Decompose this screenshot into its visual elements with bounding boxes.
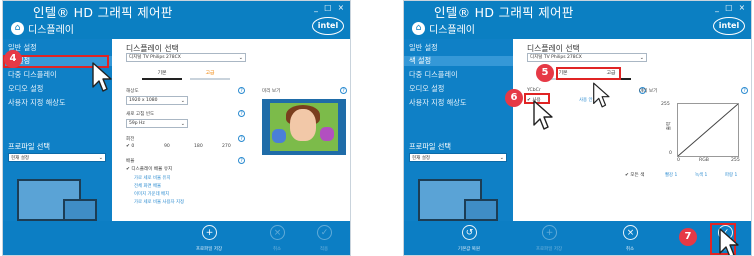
graph-y-min: 0 (669, 151, 672, 156)
sidebar-item-general[interactable]: 일반 설정 (409, 43, 438, 53)
header: 인텔® HD 그래픽 제어판 ⌂ 디스플레이 _ □ × intel (3, 1, 350, 39)
laptop-illustration (63, 199, 97, 221)
graph-y-label: 출력 (667, 121, 673, 131)
profile-select[interactable]: 현재 설정 ⌄ (8, 153, 106, 162)
chevron-down-icon: ⌄ (238, 55, 243, 61)
chevron-down-icon: ⌄ (180, 98, 185, 104)
rotation-option-90[interactable]: 90 (164, 144, 170, 149)
home-icon[interactable]: ⌂ (412, 22, 425, 35)
graph-x-max: 255 (731, 158, 740, 163)
save-profile-button[interactable]: + (202, 225, 217, 240)
refresh-label: 새로 고침 빈도 (126, 112, 155, 117)
channel-red[interactable]: 빨강 1 (665, 172, 677, 178)
cancel-label: 취소 (625, 247, 635, 252)
footer-bar: + 프로파일 저장 × 취소 ✓ 적용 (3, 221, 350, 255)
sidebar-item-multi-display[interactable]: 다중 디스플레이 (409, 70, 458, 80)
resolution-dropdown[interactable]: 1920 x 1080 ⌄ (126, 96, 188, 105)
chevron-down-icon: ⌄ (499, 155, 504, 161)
step-badge-6: 6 (505, 89, 523, 107)
laptop-illustration (464, 199, 498, 221)
channel-green[interactable]: 녹색 1 (695, 172, 707, 178)
graph-y-max: 255 (661, 102, 670, 107)
chevron-down-icon: ⌄ (98, 155, 103, 161)
profile-select[interactable]: 현재 설정 ⌄ (409, 153, 507, 162)
section-title: 디스플레이 (429, 25, 475, 36)
window-controls[interactable]: _ □ × (314, 3, 346, 12)
sidebar-item-color[interactable]: 색 설정 (404, 56, 513, 66)
sidebar-item-custom-resolution[interactable]: 사용자 지정 해상도 (8, 98, 65, 108)
scale-option-maintain[interactable]: ✔ 디스플레이 배율 유지 (126, 166, 172, 172)
app-title: 인텔® HD 그래픽 제어판 (33, 5, 173, 20)
save-profile-label: 프로파일 저장 (535, 247, 563, 252)
window-controls[interactable]: _ □ × (715, 3, 747, 12)
tab-basic[interactable]: 기본 (142, 70, 182, 80)
left-screenshot: 인텔® HD 그래픽 제어판 ⌂ 디스플레이 _ □ × intel 일반 설정… (2, 0, 351, 256)
profile-title: 프로파일 선택 (409, 142, 451, 151)
highlight-advanced-tab (556, 67, 621, 80)
curve-line (677, 103, 739, 157)
preview-label: 미리 보기 (262, 89, 281, 94)
cursor-pointer-icon (593, 82, 610, 108)
info-icon[interactable]: ? (741, 87, 748, 94)
section-title: 디스플레이 (28, 25, 74, 36)
info-icon[interactable]: ? (238, 157, 245, 164)
sidebar-item-custom-resolution[interactable]: 사용자 지정 해상도 (409, 98, 466, 108)
sidebar-item-audio[interactable]: 오디오 설정 (8, 84, 43, 94)
save-profile-label: 프로파일 저장 (195, 247, 223, 252)
profile-title: 프로파일 선택 (8, 142, 50, 151)
sidebar: 일반 설정 색 설정 다중 디스플레이 오디오 설정 사용자 지정 해상도 프로… (404, 39, 513, 227)
footer-bar: ↺ 기본값 복원 + 프로파일 저장 × 취소 ✓ 적용 (404, 221, 751, 255)
header: 인텔® HD 그래픽 제어판 ⌂ 디스플레이 _ □ × intel (404, 1, 751, 39)
home-icon[interactable]: ⌂ (11, 22, 24, 35)
display-dropdown[interactable]: 디지털 TV Philips 278CX ⌄ (126, 53, 246, 62)
rotation-option-270[interactable]: 270 (222, 144, 231, 149)
app-title: 인텔® HD 그래픽 제어판 (434, 5, 574, 20)
right-screenshot: 인텔® HD 그래픽 제어판 ⌂ 디스플레이 _ □ × intel 일반 설정… (403, 0, 752, 256)
cursor-pointer-icon (719, 228, 739, 255)
preview-label: 미리 보기 (639, 89, 658, 94)
scale-link-center[interactable]: 이미지 가운데 배치 (134, 191, 169, 197)
scale-link-aspect[interactable]: 가로 세로 비율 유지 (134, 175, 171, 181)
rotation-label: 회전 (126, 137, 135, 142)
info-icon[interactable]: ? (238, 110, 245, 117)
rotation-option-0[interactable]: ✔ 0 (126, 144, 134, 149)
cancel-button[interactable]: × (623, 225, 638, 240)
intel-logo: intel (713, 17, 745, 35)
graph-x-label: RGB (699, 158, 709, 163)
info-icon[interactable]: ? (340, 87, 347, 94)
info-icon[interactable]: ? (238, 87, 245, 94)
chevron-down-icon: ⌄ (180, 121, 185, 127)
sidebar-item-multi-display[interactable]: 다중 디스플레이 (8, 70, 57, 80)
channel-all[interactable]: ✔ 모든 색 (625, 172, 644, 178)
main-content: 디스플레이 선택 디지털 TV Philips 278CX ⌄ 기본 고급 해상도… (112, 39, 350, 221)
graph-x-min: 0 (677, 158, 680, 163)
intel-logo: intel (312, 17, 344, 35)
chevron-down-icon: ⌄ (639, 55, 644, 61)
refresh-dropdown[interactable]: 59p Hz ⌄ (126, 119, 188, 128)
preview-image (262, 99, 346, 155)
step-badge-4: 4 (4, 50, 22, 68)
color-curve-graph (677, 103, 739, 157)
scale-label: 배율 (126, 159, 135, 164)
apply-label: 적용 (319, 247, 329, 252)
resolution-label: 해상도 (126, 89, 139, 94)
cancel-button[interactable]: × (270, 225, 285, 240)
apply-button[interactable]: ✓ (317, 225, 332, 240)
rotation-option-180[interactable]: 180 (194, 144, 203, 149)
restore-defaults-button[interactable]: ↺ (462, 225, 477, 240)
step-badge-7: 7 (679, 228, 697, 246)
cancel-label: 취소 (272, 247, 282, 252)
sidebar-item-audio[interactable]: 오디오 설정 (409, 84, 444, 94)
display-dropdown[interactable]: 디지털 TV Philips 278CX ⌄ (527, 53, 647, 62)
scale-link-full[interactable]: 전체 화면 배율 (134, 183, 161, 189)
channel-blue[interactable]: 파랑 1 (725, 172, 737, 178)
cursor-pointer-icon (92, 62, 112, 92)
step-badge-5: 5 (536, 64, 554, 82)
info-icon[interactable]: ? (238, 135, 245, 142)
cursor-pointer-icon (533, 100, 553, 130)
scale-link-custom[interactable]: 가로 세로 비율 사용자 지정 (134, 199, 184, 205)
tab-advanced[interactable]: 고급 (190, 70, 230, 80)
restore-defaults-label: 기본값 복원 (457, 247, 481, 252)
save-profile-button[interactable]: + (542, 225, 557, 240)
